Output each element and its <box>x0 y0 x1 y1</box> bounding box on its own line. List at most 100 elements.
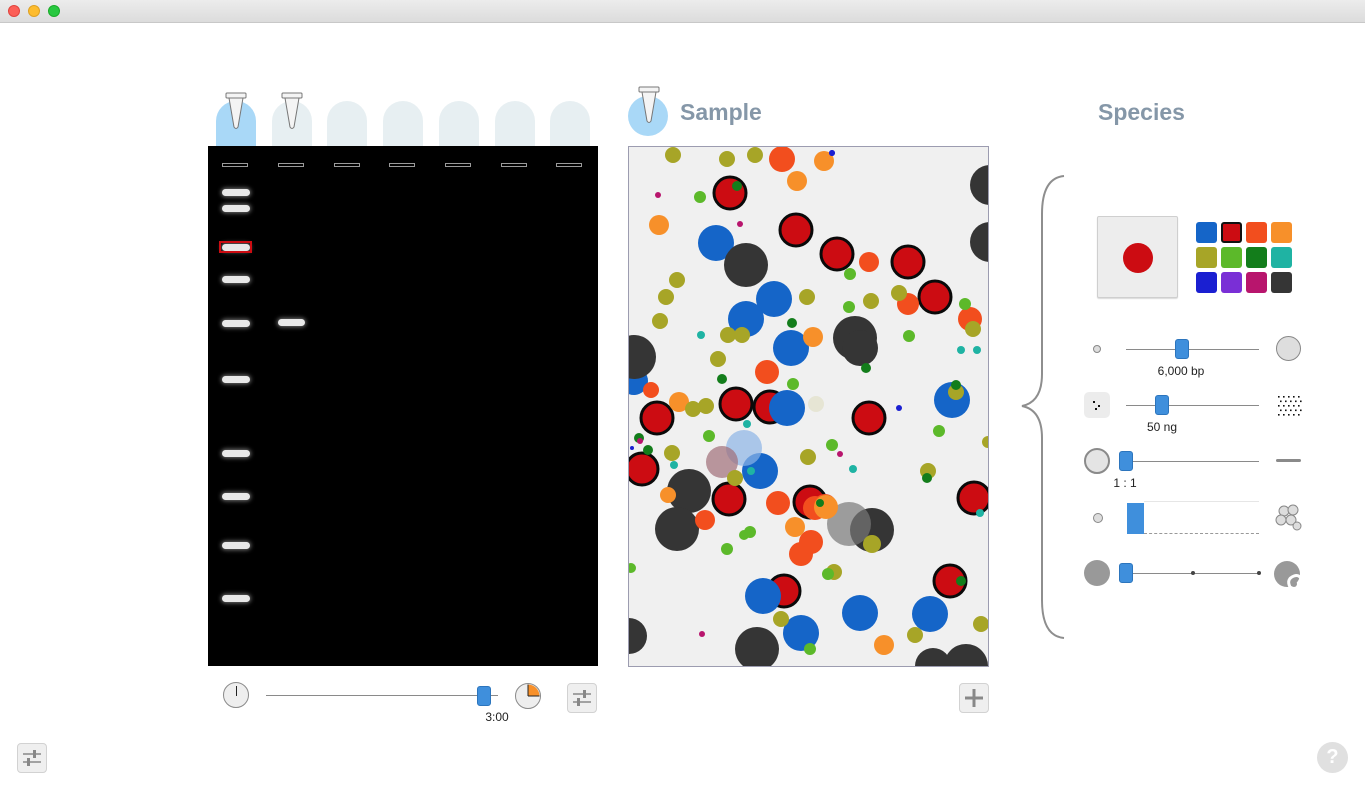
timer-slider-track[interactable] <box>266 695 498 696</box>
question-icon: ? <box>1326 746 1339 768</box>
dot <box>1295 400 1297 403</box>
molecule <box>664 445 680 461</box>
molecule <box>859 252 879 272</box>
molecule <box>719 151 735 167</box>
molecule <box>655 507 699 551</box>
selected-ladder-band-highlight[interactable] <box>219 241 252 253</box>
color-swatch[interactable] <box>1246 272 1267 293</box>
molecule <box>747 147 763 163</box>
molecule <box>785 517 805 537</box>
few-molecules-icon <box>1084 392 1110 418</box>
molecule <box>837 451 843 457</box>
color-swatch[interactable] <box>1196 247 1217 268</box>
color-swatch[interactable] <box>1221 222 1242 243</box>
minimize-window-button[interactable] <box>28 5 40 17</box>
close-window-button[interactable] <box>8 5 20 17</box>
gel-well <box>389 163 415 167</box>
dot <box>1278 405 1280 407</box>
molecule <box>922 473 932 483</box>
lane-tab-5[interactable] <box>439 101 479 147</box>
molecule <box>863 293 879 309</box>
molecule <box>951 380 961 390</box>
species-preview <box>1097 216 1178 298</box>
amount-slider-thumb[interactable] <box>1154 395 1169 415</box>
molecule <box>965 321 981 337</box>
add-species-button[interactable] <box>959 683 989 713</box>
color-swatch[interactable] <box>1246 222 1267 243</box>
lane-tab-4[interactable] <box>383 101 423 147</box>
molecule <box>643 382 659 398</box>
color-swatch[interactable] <box>1271 272 1292 293</box>
ratio-slider-track[interactable] <box>1126 461 1259 462</box>
molecule <box>970 165 988 205</box>
molecule <box>755 360 779 384</box>
aggregation-level-1[interactable] <box>1127 503 1144 534</box>
timer-slider-thumb[interactable] <box>477 686 492 706</box>
molecule <box>630 446 634 450</box>
sample-heading: Sample <box>680 99 762 125</box>
help-button[interactable]: ? <box>1317 742 1348 773</box>
molecule <box>976 509 984 517</box>
shape-tick-mid <box>1191 571 1195 575</box>
clock-icon[interactable] <box>223 682 249 708</box>
color-swatch[interactable] <box>1221 272 1242 293</box>
size-slider-track[interactable] <box>1126 349 1259 350</box>
ladder-band <box>222 450 250 457</box>
molecule <box>851 400 887 436</box>
large-size-icon <box>1276 336 1301 361</box>
molecule <box>915 648 951 666</box>
amount-label: 50 ng <box>1146 420 1178 434</box>
dot <box>1288 414 1290 416</box>
molecule <box>694 191 706 203</box>
color-swatch[interactable] <box>1196 222 1217 243</box>
amount-slider-track[interactable] <box>1126 405 1259 406</box>
molecule <box>643 445 653 455</box>
molecule <box>769 390 805 426</box>
molecule <box>718 386 754 422</box>
aggregation-top-line <box>1144 501 1259 502</box>
color-swatch[interactable] <box>1271 222 1292 243</box>
lane-tab-6[interactable] <box>495 101 535 147</box>
molecule <box>697 331 705 339</box>
sample-view[interactable] <box>628 146 989 667</box>
gel-settings-button[interactable] <box>567 683 597 713</box>
dot <box>1293 396 1295 398</box>
molecule <box>652 313 668 329</box>
fragmented-molecule-icon <box>1274 561 1304 588</box>
molecule <box>720 327 736 343</box>
molecule <box>711 481 747 517</box>
size-slider-thumb[interactable] <box>1174 339 1189 359</box>
molecule <box>957 346 965 354</box>
run-timer-icon[interactable] <box>514 682 542 710</box>
gel-well <box>334 163 360 167</box>
gel-well <box>445 163 471 167</box>
molecule <box>703 430 715 442</box>
color-swatch[interactable] <box>1221 247 1242 268</box>
zoom-window-button[interactable] <box>48 5 60 17</box>
molecule <box>808 396 824 412</box>
dot <box>1300 400 1302 403</box>
color-swatch[interactable] <box>1271 247 1292 268</box>
tube-icon <box>638 86 660 123</box>
molecule <box>970 222 988 262</box>
lane-tab-7[interactable] <box>550 101 590 147</box>
molecule <box>735 627 779 666</box>
ladder-band <box>222 595 250 602</box>
ratio-slider-thumb[interactable] <box>1119 451 1133 471</box>
dot <box>1283 396 1285 398</box>
aggregation-selector[interactable] <box>1127 501 1259 534</box>
ladder-band <box>222 276 250 283</box>
app-settings-button[interactable] <box>17 743 47 773</box>
color-swatch[interactable] <box>1196 272 1217 293</box>
molecule <box>766 491 790 515</box>
tube-icon <box>281 92 303 129</box>
dot <box>1285 400 1287 403</box>
color-swatch[interactable] <box>1246 247 1267 268</box>
dot <box>1285 409 1287 412</box>
shape-slider-thumb[interactable] <box>1119 563 1133 583</box>
lane-tab-1[interactable] <box>216 92 256 147</box>
molecule <box>660 487 676 503</box>
gel-well <box>501 163 527 167</box>
lane-tab-3[interactable] <box>327 101 367 147</box>
lane-tab-2[interactable] <box>272 92 312 147</box>
